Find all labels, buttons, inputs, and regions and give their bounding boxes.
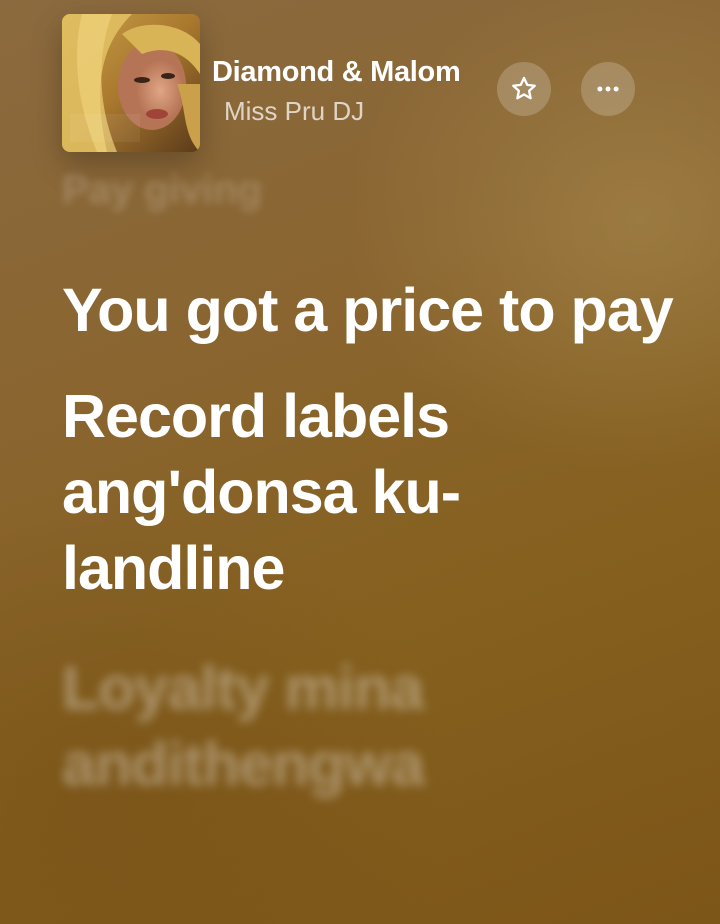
lyric-line-current-2[interactable]: Record labels ang'donsa ku-landline bbox=[62, 378, 682, 606]
lyric-line-current-1[interactable]: You got a price to pay bbox=[62, 272, 682, 348]
lyrics-panel: You got a price to pay Record labels ang… bbox=[62, 272, 682, 832]
album-artwork-image bbox=[62, 14, 200, 152]
more-options-button[interactable] bbox=[581, 62, 635, 116]
track-title[interactable]: Diamond & Malom bbox=[212, 56, 487, 89]
star-icon bbox=[512, 76, 536, 100]
previous-lyric-line: Pay giving bbox=[62, 168, 263, 212]
album-artwork[interactable] bbox=[62, 14, 200, 152]
favorite-button[interactable] bbox=[497, 62, 551, 116]
lyric-line-next[interactable]: Loyalty mina andithengwa bbox=[62, 650, 682, 802]
ellipsis-icon bbox=[597, 86, 619, 92]
now-playing-header: Diamond & Malom Miss Pru DJ bbox=[62, 14, 662, 154]
track-artist[interactable]: Miss Pru DJ bbox=[224, 96, 364, 127]
